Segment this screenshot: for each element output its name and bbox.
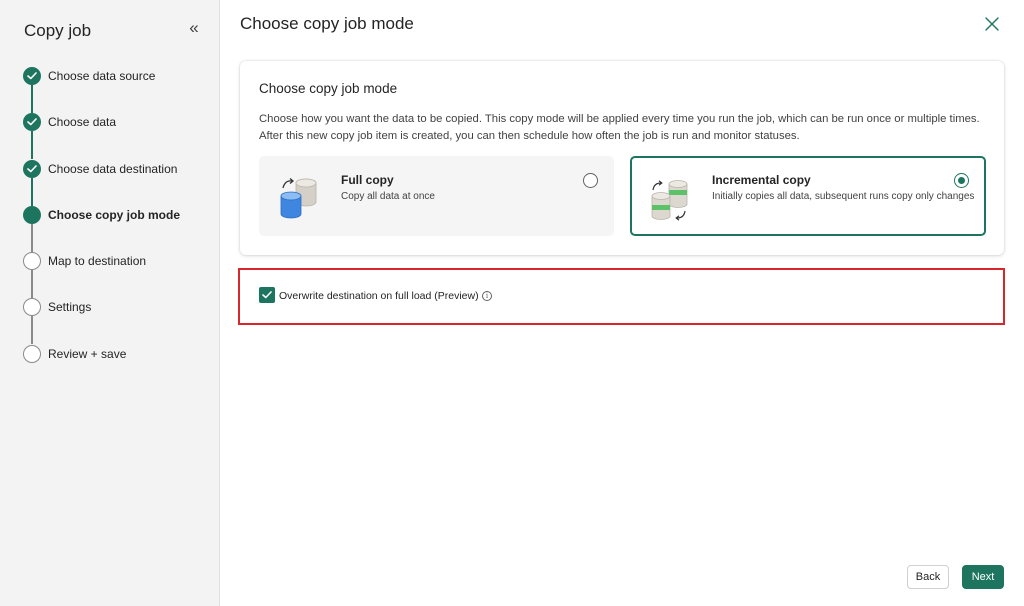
- step-label: Choose data: [48, 115, 117, 130]
- step-choose-data[interactable]: Choose data: [23, 112, 180, 160]
- incremental-copy-radio[interactable]: [954, 173, 969, 188]
- step-connector: [31, 316, 33, 345]
- step-connector: [31, 131, 33, 160]
- full-copy-radio[interactable]: [583, 173, 598, 188]
- step-choose-data-destination[interactable]: Choose data destination: [23, 159, 180, 206]
- step-label: Settings: [48, 300, 92, 315]
- step-map-to-destination[interactable]: Map to destination: [23, 251, 180, 299]
- step-label: Review + save: [48, 346, 127, 361]
- checkmark-icon: [23, 159, 41, 178]
- option-name: Incremental copy: [712, 173, 811, 187]
- step-review-save[interactable]: Review + save: [23, 344, 180, 390]
- step-label: Map to destination: [48, 254, 147, 269]
- option-description: Initially copies all data, subsequent ru…: [712, 191, 975, 202]
- radio-selected-dot: [958, 177, 965, 184]
- option-description: Copy all data at once: [341, 191, 435, 202]
- back-button[interactable]: Back: [907, 565, 949, 589]
- step-connector: [31, 223, 33, 252]
- chevron-double-left-icon[interactable]: «: [185, 19, 203, 39]
- wizard-steps: Choose data source Choose data Choose da…: [23, 66, 180, 390]
- step-settings[interactable]: Settings: [23, 297, 180, 345]
- wizard-sidebar: Copy job « Choose data source Choose dat…: [0, 0, 220, 606]
- full-copy-database-icon: [279, 174, 325, 222]
- overwrite-checkbox[interactable]: [259, 287, 275, 303]
- step-label: Choose data destination: [48, 161, 178, 176]
- sidebar-title: Copy job: [24, 21, 92, 40]
- page-title: Choose copy job mode: [240, 14, 414, 33]
- checkmark-icon: [23, 113, 41, 132]
- step-choose-data-source[interactable]: Choose data source: [23, 66, 180, 113]
- info-icon[interactable]: i: [482, 291, 492, 301]
- pending-step-icon: [23, 298, 41, 317]
- card-title: Choose copy job mode: [259, 81, 398, 96]
- step-connector: [31, 85, 33, 113]
- close-icon[interactable]: [982, 14, 1002, 34]
- copy-mode-card: Choose copy job mode Choose how you want…: [240, 61, 1004, 255]
- card-description: Choose how you want the data to be copie…: [259, 113, 980, 142]
- step-connector: [31, 270, 33, 299]
- step-choose-copy-job-mode[interactable]: Choose copy job mode: [23, 205, 181, 252]
- full-copy-option[interactable]: Full copy Copy all data at once: [259, 156, 614, 236]
- option-name: Full copy: [341, 173, 394, 187]
- step-label: Choose data source: [48, 69, 156, 83]
- incremental-copy-option[interactable]: Incremental copy Initially copies all da…: [630, 156, 986, 236]
- checkmark-icon: [23, 67, 41, 85]
- incremental-copy-database-icon: [649, 178, 695, 226]
- overwrite-label[interactable]: Overwrite destination on full load (Prev…: [279, 290, 479, 302]
- pending-step-icon: [23, 344, 41, 363]
- step-label: Choose copy job mode: [48, 207, 181, 222]
- next-button[interactable]: Next: [962, 565, 1004, 589]
- step-connector: [31, 177, 33, 206]
- pending-step-icon: [23, 252, 41, 271]
- current-step-icon: [23, 205, 41, 224]
